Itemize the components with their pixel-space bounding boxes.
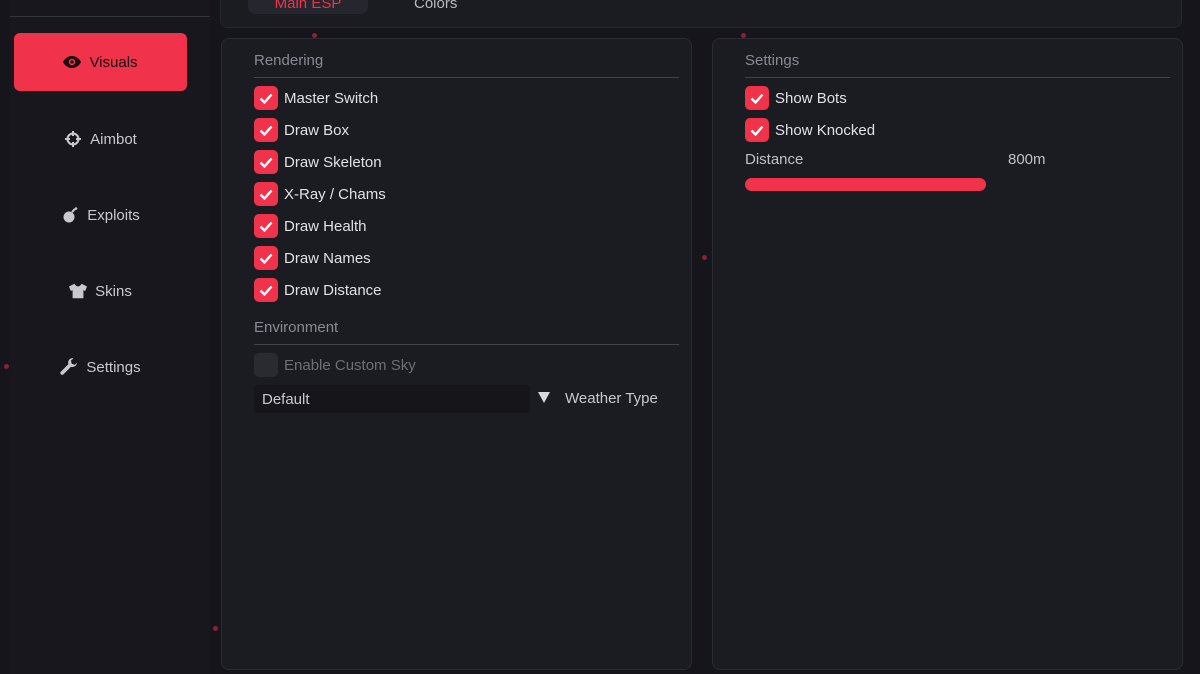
sidebar-item-skins[interactable]: Skins [14, 262, 187, 320]
sidebar-item-label: Visuals [89, 53, 138, 71]
show-knocked-checkbox[interactable]: Show Knocked [745, 118, 875, 142]
particle-dot [4, 364, 9, 369]
shirt-icon [69, 282, 88, 300]
sidebar [10, 0, 210, 674]
checkbox-label: Show Knocked [775, 121, 876, 139]
draw-names-checkbox[interactable]: Draw Names [254, 246, 371, 270]
sidebar-item-visuals[interactable]: Visuals [14, 33, 187, 91]
checkbox-label: Enable Custom Sky [284, 356, 416, 374]
draw-health-checkbox[interactable]: Draw Health [254, 214, 367, 238]
particle-dot [741, 33, 746, 38]
show-bots-checkbox[interactable]: Show Bots [745, 86, 847, 110]
checkbox-label: X-Ray / Chams [284, 185, 386, 203]
check-icon [254, 118, 278, 142]
checkbox-box [254, 353, 278, 377]
sidebar-divider [10, 16, 210, 17]
checkbox-label: Draw Skeleton [284, 153, 382, 171]
environment-section-title: Environment [254, 319, 339, 336]
wrench-icon [60, 358, 78, 376]
check-icon [254, 86, 278, 110]
check-icon [745, 86, 769, 110]
distance-value: 800m [1008, 151, 1046, 168]
section-divider [254, 344, 679, 345]
eye-icon [63, 53, 82, 71]
sidebar-item-label: Aimbot [90, 130, 137, 148]
weather-type-select[interactable]: Default [254, 385, 530, 413]
select-value: Default [262, 390, 310, 408]
sidebar-item-label: Skins [95, 282, 132, 300]
section-divider [745, 77, 1170, 78]
tab-colors[interactable]: Colors [414, 0, 457, 14]
checkbox-label: Draw Names [284, 249, 371, 267]
tab-main-esp[interactable]: Main ESP [248, 0, 368, 14]
check-icon [254, 278, 278, 302]
custom-sky-checkbox[interactable]: Enable Custom Sky [254, 353, 416, 377]
distance-label: Distance [745, 151, 804, 168]
rendering-section-title: Rendering [254, 52, 324, 69]
check-icon [254, 214, 278, 238]
weather-type-label: Weather Type [565, 390, 658, 407]
bomb-icon [61, 206, 79, 224]
check-icon [254, 150, 278, 174]
checkbox-label: Master Switch [284, 89, 379, 107]
xray-chams-checkbox[interactable]: X-Ray / Chams [254, 182, 386, 206]
checkbox-label: Draw Box [284, 121, 350, 139]
master-switch-checkbox[interactable]: Master Switch [254, 86, 378, 110]
draw-skeleton-checkbox[interactable]: Draw Skeleton [254, 150, 382, 174]
checkbox-label: Show Bots [775, 89, 847, 107]
checkbox-label: Draw Health [284, 217, 367, 235]
particle-dot [702, 255, 707, 260]
settings-section-title: Settings [745, 52, 800, 69]
sidebar-item-label: Settings [86, 358, 141, 376]
crosshair-icon [64, 130, 82, 148]
section-divider [254, 77, 679, 78]
draw-distance-checkbox[interactable]: Draw Distance [254, 278, 382, 302]
sidebar-item-exploits[interactable]: Exploits [14, 186, 187, 244]
check-icon [745, 118, 769, 142]
sidebar-item-label: Exploits [87, 206, 140, 224]
distance-slider[interactable] [745, 178, 986, 191]
checkbox-label: Draw Distance [284, 281, 382, 299]
particle-dot [213, 626, 218, 631]
draw-box-checkbox[interactable]: Draw Box [254, 118, 349, 142]
app-window: Visuals Aimbot Exploits Skins Settings M… [0, 0, 1200, 674]
particle-dot [312, 33, 317, 38]
check-icon [254, 182, 278, 206]
sidebar-item-aimbot[interactable]: Aimbot [14, 110, 187, 168]
chevron-down-icon[interactable] [538, 392, 550, 403]
sidebar-item-settings[interactable]: Settings [14, 338, 187, 396]
check-icon [254, 246, 278, 270]
